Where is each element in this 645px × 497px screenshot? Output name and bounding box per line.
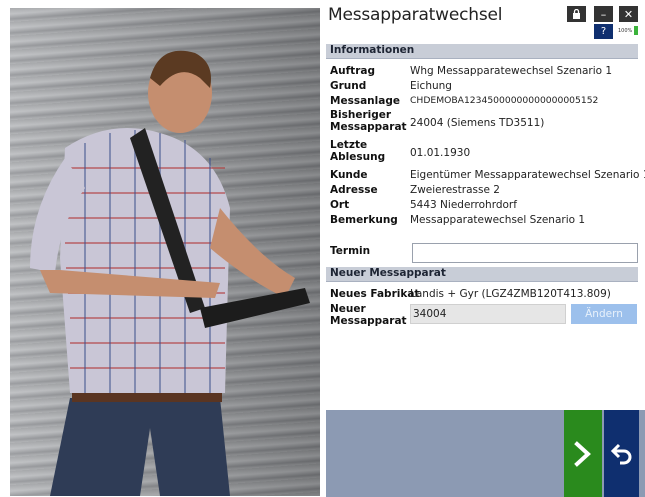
auftrag-value: Whg Messapparatewechsel Szenario 1 [410, 65, 613, 77]
messanlage-value: CHDEMOBA12345000000000000005152 [410, 95, 599, 106]
section-informationen: Informationen [326, 44, 638, 59]
section-neuer-messapparat: Neuer Messapparat [326, 267, 638, 282]
termin-input[interactable] [412, 243, 638, 263]
messapparatwechsel-panel: Messapparatwechsel – ✕ ? 100% Informatio… [326, 0, 645, 497]
grund-label: Grund [330, 80, 367, 92]
hero-photo [10, 8, 320, 496]
bottom-action-bar [326, 410, 645, 497]
page-title: Messapparatwechsel [328, 5, 503, 25]
kunde-label: Kunde [330, 169, 368, 181]
neues-fabrikat-label: Neues Fabrikat [330, 288, 420, 300]
close-button[interactable]: ✕ [619, 6, 638, 22]
letzte-ablesung-label: Letzte Ablesung [330, 139, 386, 163]
neuer-messapparat-field[interactable]: 34004 [410, 304, 566, 324]
minimize-button[interactable]: – [594, 6, 613, 22]
letzte-ablesung-value: 01.01.1930 [410, 147, 471, 159]
neuer-messapparat-label: Neuer Messapparat [330, 303, 407, 327]
back-button[interactable] [604, 410, 639, 497]
bisheriger-messapparat-value: 24004 (Siemens TD3511) [410, 117, 545, 129]
ort-label: Ort [330, 199, 350, 211]
andern-button[interactable]: Ändern [571, 304, 637, 324]
adresse-value: Zweierestrasse 2 [410, 184, 500, 196]
battery-icon [634, 26, 639, 35]
kunde-value: Eigentümer Messapparatewechsel Szenario … [410, 169, 645, 181]
bisheriger-messapparat-label: Bisheriger Messapparat [330, 109, 407, 133]
grund-value: Eichung [410, 80, 452, 92]
auftrag-label: Auftrag [330, 65, 375, 77]
battery-indicator: 100% [618, 26, 639, 35]
next-button[interactable] [564, 410, 602, 497]
chevron-right-icon [574, 440, 591, 467]
messanlage-label: Messanlage [330, 95, 400, 107]
termin-label: Termin [330, 245, 371, 257]
lock-button[interactable] [567, 6, 586, 22]
bemerkung-value: Messapparatewechsel Szenario 1 [410, 214, 586, 226]
section-neuer-messapparat-header: Neuer Messapparat [330, 267, 446, 279]
neues-fabrikat-value: Landis + Gyr (LGZ4ZMB120T413.809) [410, 288, 611, 300]
section-informationen-header: Informationen [330, 44, 415, 56]
ort-value: 5443 Niederrohrdorf [410, 199, 517, 211]
technician-with-tablet-illustration [30, 50, 310, 496]
help-button[interactable]: ? [594, 24, 613, 39]
adresse-label: Adresse [330, 184, 378, 196]
battery-percent: 100% [618, 27, 633, 34]
lock-icon [573, 9, 580, 19]
bemerkung-label: Bemerkung [330, 214, 398, 226]
undo-arrow-icon [610, 443, 631, 464]
